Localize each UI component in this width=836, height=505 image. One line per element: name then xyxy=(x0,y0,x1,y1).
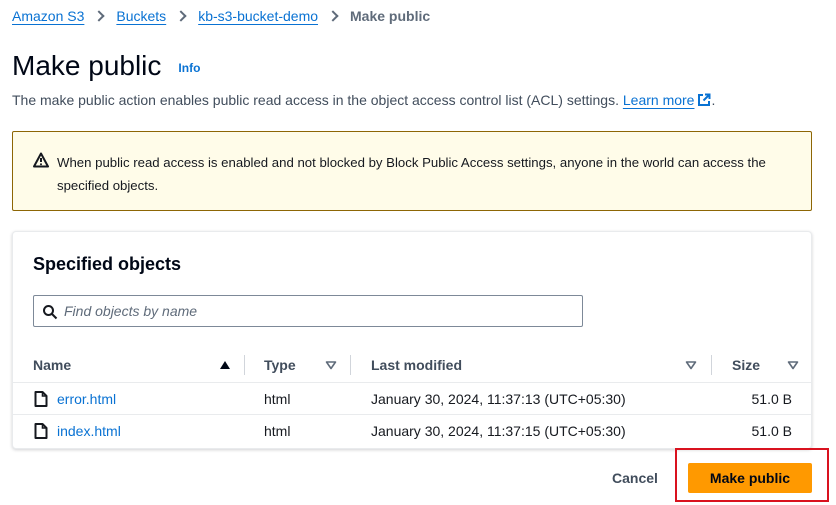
breadcrumb-amazon-s3[interactable]: Amazon S3 xyxy=(12,8,84,24)
column-divider[interactable] xyxy=(244,355,245,375)
object-name-link[interactable]: index.html xyxy=(57,415,121,447)
column-divider[interactable] xyxy=(350,355,351,375)
make-public-button[interactable]: Make public xyxy=(688,463,812,493)
breadcrumb-bucket[interactable]: kb-s3-bucket-demo xyxy=(198,8,318,24)
alert-message: When public read access is enabled and n… xyxy=(57,155,766,193)
object-type: html xyxy=(264,423,291,439)
file-icon xyxy=(34,423,48,439)
object-type: html xyxy=(264,391,291,407)
table-row: error.html html January 30, 2024, 11:37:… xyxy=(13,383,811,415)
object-last-modified: January 30, 2024, 11:37:15 (UTC+05:30) xyxy=(371,423,626,439)
table-row: index.html html January 30, 2024, 11:37:… xyxy=(13,415,811,447)
breadcrumb: Amazon S3 Buckets kb-s3-bucket-demo Make… xyxy=(12,7,430,25)
sort-ascending-icon[interactable] xyxy=(219,347,231,383)
info-link[interactable]: Info xyxy=(178,61,200,75)
learn-more-link[interactable]: Learn more xyxy=(623,92,712,108)
sort-icon[interactable] xyxy=(325,347,337,383)
object-size: 51.0 B xyxy=(751,423,792,439)
specified-objects-panel: Specified objects Name Type Last modifie… xyxy=(12,231,812,449)
column-header-size[interactable]: Size xyxy=(732,347,760,383)
description-text: The make public action enables public re… xyxy=(12,92,619,108)
sort-icon[interactable] xyxy=(787,347,799,383)
search-icon xyxy=(43,305,58,320)
table-header: Name Type Last modified Size xyxy=(13,347,811,383)
page-title: Make public xyxy=(12,50,162,81)
page-header: Make public Info xyxy=(12,50,200,82)
column-header-name[interactable]: Name xyxy=(33,347,71,383)
file-icon xyxy=(34,391,48,407)
page-description: The make public action enables public re… xyxy=(12,92,715,108)
chevron-right-icon xyxy=(93,10,106,22)
column-divider[interactable] xyxy=(711,355,712,375)
search-box xyxy=(33,295,583,327)
search-input[interactable] xyxy=(64,297,574,325)
description-end: . xyxy=(711,92,716,108)
panel-title: Specified objects xyxy=(33,254,182,274)
breadcrumb-buckets[interactable]: Buckets xyxy=(116,8,166,24)
column-header-type[interactable]: Type xyxy=(264,347,296,383)
warning-alert: When public read access is enabled and n… xyxy=(12,131,812,211)
learn-more-label: Learn more xyxy=(622,92,695,108)
object-size: 51.0 B xyxy=(751,391,792,407)
warning-icon xyxy=(33,152,49,168)
object-last-modified: January 30, 2024, 11:37:13 (UTC+05:30) xyxy=(371,391,626,407)
chevron-right-icon xyxy=(175,10,187,22)
chevron-right-icon xyxy=(327,10,339,22)
breadcrumb-current: Make public xyxy=(350,8,431,24)
sort-icon[interactable] xyxy=(685,347,697,383)
external-link-icon xyxy=(698,93,711,106)
object-name-link[interactable]: error.html xyxy=(57,383,116,415)
column-header-last-modified[interactable]: Last modified xyxy=(371,347,462,383)
cancel-button[interactable]: Cancel xyxy=(604,463,666,493)
